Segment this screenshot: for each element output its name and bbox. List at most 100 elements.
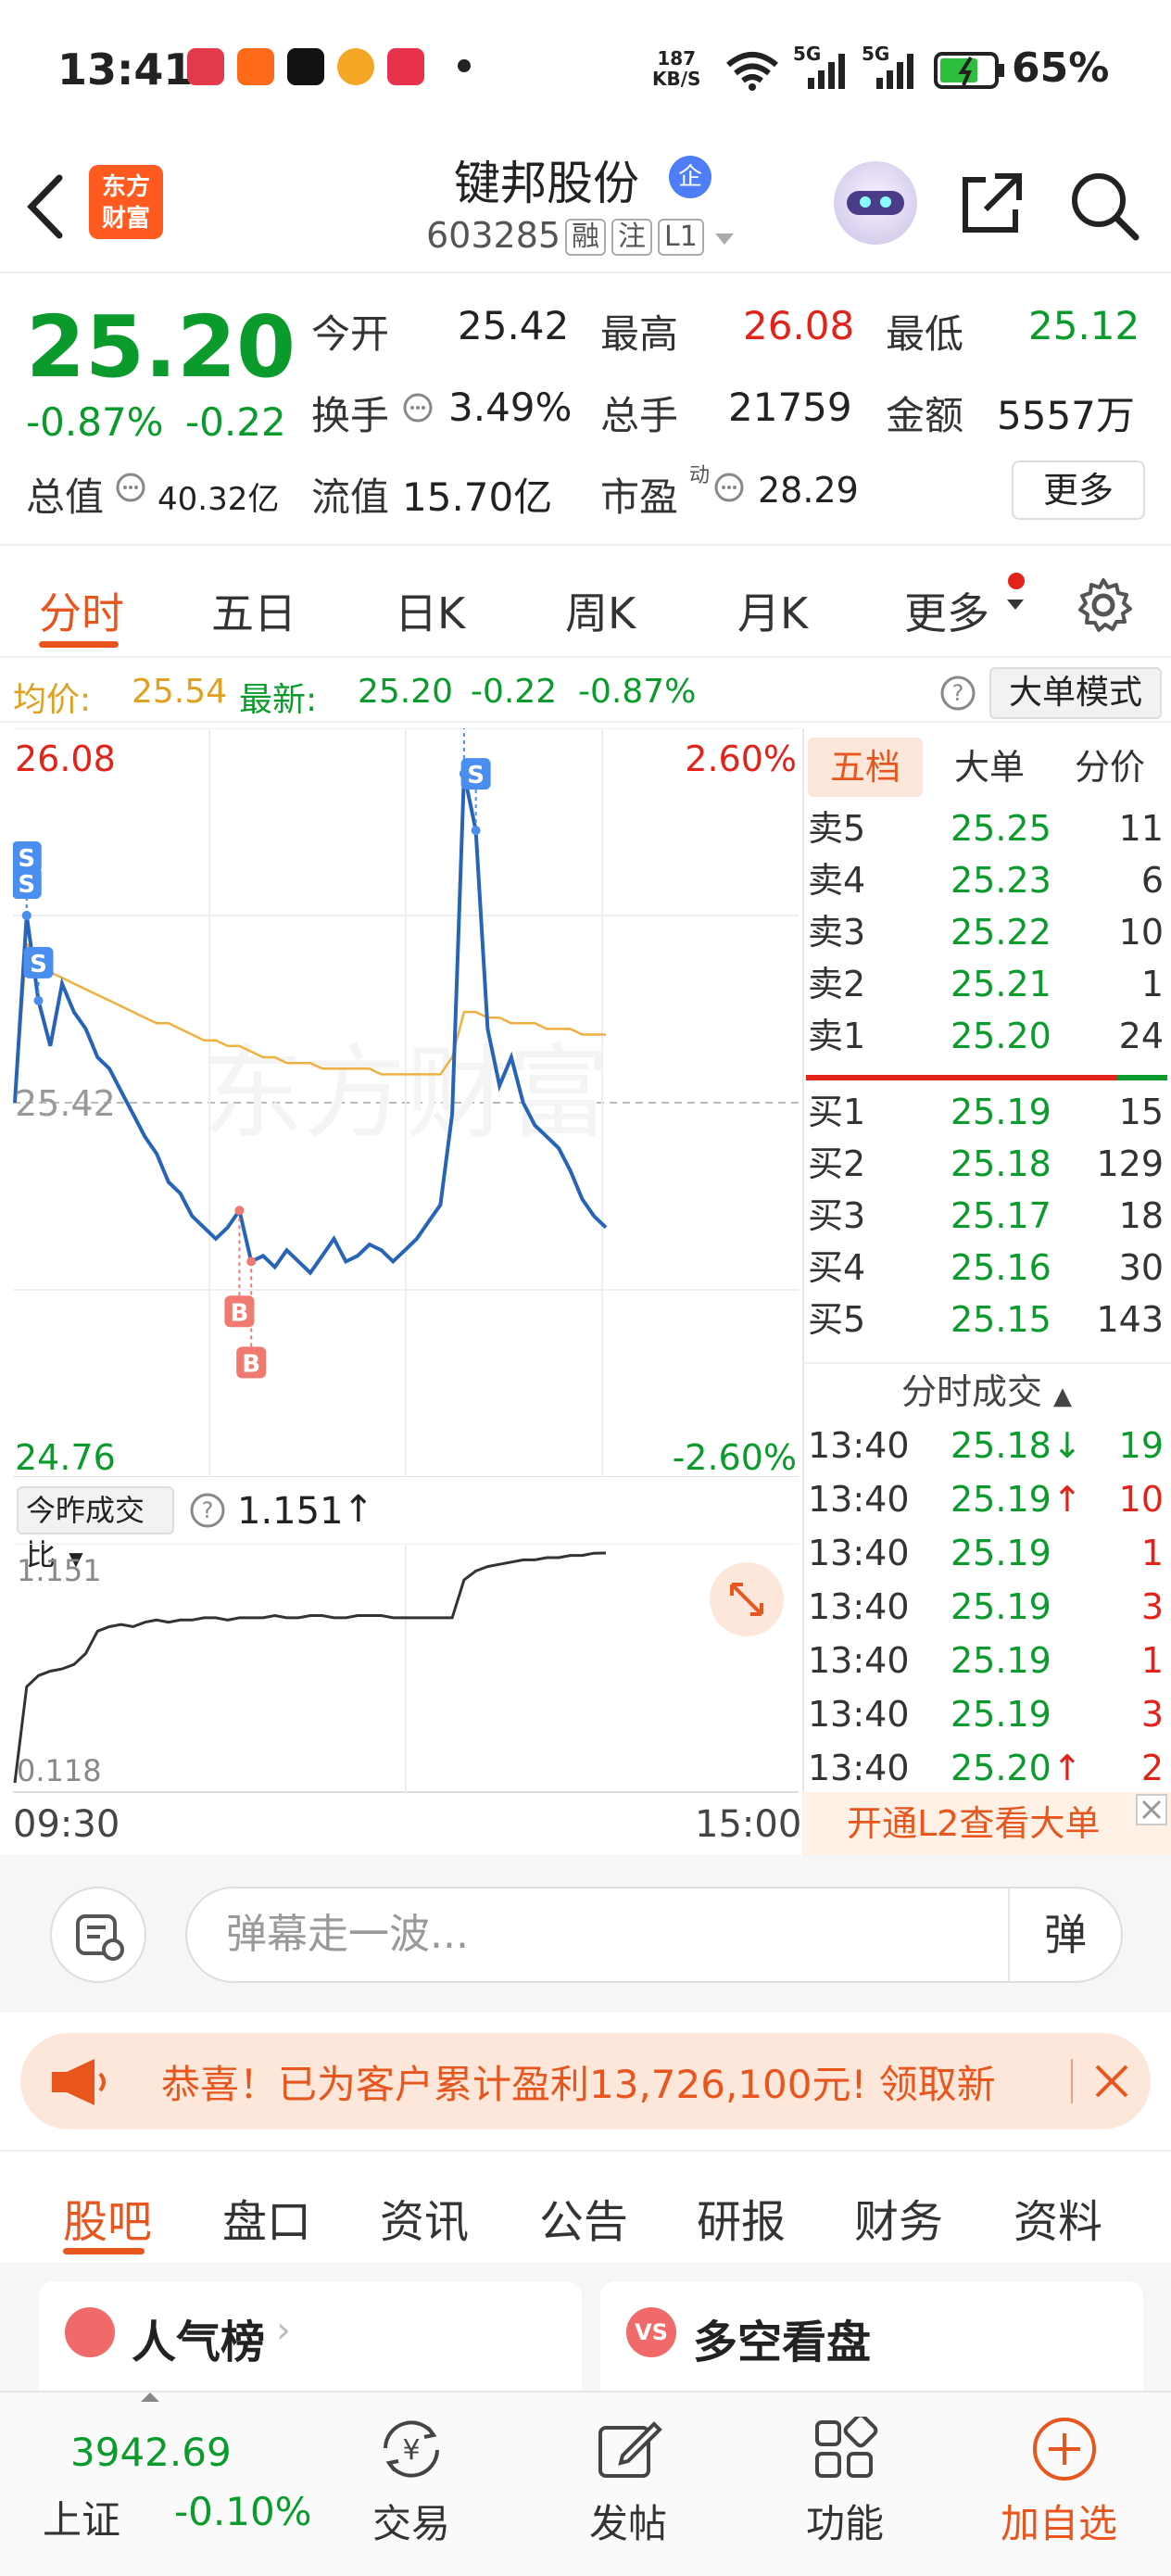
promo-banner[interactable]: 恭喜！已为客户累计盈利13,726,100元! 领取新 — [20, 2033, 1151, 2129]
turnover-label: 换手 — [311, 393, 390, 438]
battery-icon — [934, 52, 1004, 89]
avg-price-bar: 均价: 25.54 最新: 25.20 -0.22 -0.87% ? 大单模式 — [0, 660, 1171, 723]
bid-row[interactable]: 买4 25.16 30 — [802, 1242, 1171, 1294]
bid-row[interactable]: 买2 25.18 129 — [802, 1138, 1171, 1190]
trades-header[interactable]: 分时成交 ▲ — [802, 1362, 1171, 1418]
volume-ratio-selector[interactable]: 今昨成交比 ▼ — [17, 1486, 174, 1572]
stock-code: 603285 — [426, 215, 561, 256]
search-icon[interactable] — [1069, 170, 1140, 241]
level-qty: 18 — [1118, 1195, 1164, 1236]
share-icon[interactable] — [958, 170, 1025, 237]
nav-post[interactable]: 发帖 — [560, 2393, 699, 2576]
tab-weekly-k[interactable]: 周K — [565, 580, 636, 641]
tick-price: 25.18 — [951, 1425, 1051, 1466]
tab-price-distribution[interactable]: 分价 — [1052, 738, 1167, 797]
bull-bear-card[interactable]: VS 多空看盘 — [600, 2281, 1143, 2402]
back-arrow-icon[interactable] — [24, 174, 65, 239]
yuan-cycle-icon: ¥ — [384, 2420, 439, 2478]
trade-row[interactable]: 13:40 25.18 ↓ 19 — [802, 1420, 1171, 1471]
volume-value: 21759 — [728, 385, 852, 430]
add-circle-icon — [1033, 2418, 1096, 2481]
level-label: 买2 — [808, 1143, 866, 1184]
level-label: 卖4 — [808, 860, 866, 901]
active-tab-indicator — [39, 641, 119, 648]
tab-profile[interactable]: 资料 — [1014, 2185, 1102, 2250]
expand-chart-button[interactable] — [710, 1562, 784, 1636]
tab-more[interactable]: 更多 — [904, 580, 989, 641]
close-icon[interactable] — [1136, 1794, 1167, 1825]
tab-research[interactable]: 研报 — [697, 2185, 786, 2250]
popularity-rank-card[interactable]: 人气榜 › — [39, 2281, 582, 2402]
ai-assistant-avatar[interactable] — [834, 161, 917, 245]
ask-row[interactable]: 卖4 25.23 6 — [802, 854, 1171, 906]
index-ticker[interactable]: 3942.69 上证 -0.10% — [0, 2393, 312, 2576]
logo-text: 东方 — [101, 173, 150, 201]
trade-row[interactable]: 13:40 25.19 ↑ 10 — [802, 1473, 1171, 1525]
change-percent: -0.87% — [26, 399, 164, 445]
info-icon[interactable] — [115, 472, 146, 503]
svg-text:?: ? — [952, 680, 964, 706]
danmu-input[interactable]: 弹幕走一波... — [185, 1887, 1123, 1983]
marker-label: B — [242, 1350, 260, 1378]
nav-functions[interactable]: 功能 — [776, 2393, 915, 2576]
bid-row[interactable]: 买1 25.19 15 — [802, 1086, 1171, 1138]
danmu-toggle-button[interactable]: 弹 — [1008, 1888, 1121, 1981]
tab-financials[interactable]: 财务 — [854, 2185, 943, 2250]
level-price: 25.25 — [951, 808, 1051, 849]
tab-monthly-k[interactable]: 月K — [737, 580, 808, 641]
net-speed-value: 187 — [657, 47, 697, 69]
bid-levels: 买1 25.19 15 买2 25.18 129 买3 25.17 18 买4 25.16 30 买5 2… — [802, 1086, 1171, 1355]
ask-row[interactable]: 卖1 25.20 24 — [802, 1010, 1171, 1062]
tab-intraday[interactable]: 分时 — [39, 580, 124, 641]
bid-row[interactable]: 买3 25.17 18 — [802, 1190, 1171, 1242]
y-axis-top-label: 26.08 — [15, 739, 116, 779]
tab-five-levels[interactable]: 五档 — [808, 738, 923, 797]
help-icon[interactable]: ? — [189, 1492, 226, 1529]
l2-upgrade-banner[interactable]: 开通L2查看大单 — [802, 1792, 1171, 1855]
intraday-price-chart[interactable]: 东方财富 SSSSSBB 26.08 25.42 24.76 2.60% -2.… — [13, 728, 799, 1477]
gear-icon[interactable] — [1075, 576, 1132, 634]
trade-row[interactable]: 13:40 25.19 1 — [802, 1527, 1171, 1579]
latest-label: 最新: — [239, 681, 318, 719]
arrow-up-icon: ↑ — [1052, 1479, 1082, 1520]
tick-qty: 3 — [1140, 1694, 1164, 1735]
big-order-mode-button[interactable]: 大单模式 — [989, 667, 1162, 719]
volume-ratio-chart[interactable]: 1.151 0.118 — [13, 1544, 799, 1794]
tab-five-day[interactable]: 五日 — [211, 580, 296, 641]
level-price: 25.17 — [951, 1195, 1051, 1236]
ask-row[interactable]: 卖5 25.25 11 — [802, 802, 1171, 854]
y-axis-top-pct: 2.60% — [685, 739, 797, 779]
sell-marker[interactable]: S — [23, 946, 54, 1005]
trade-row[interactable]: 13:40 25.19 3 — [802, 1688, 1171, 1740]
nav-add-watchlist[interactable]: 加自选 — [982, 2393, 1149, 2576]
chart-watermark: 东方财富 — [202, 1034, 610, 1153]
arrow-up-icon: ↑ — [1052, 1748, 1082, 1788]
level-qty: 143 — [1096, 1299, 1164, 1340]
tab-news[interactable]: 资讯 — [380, 2185, 469, 2250]
tab-forum[interactable]: 股吧 — [63, 2185, 152, 2250]
dropdown-icon[interactable] — [713, 232, 736, 246]
tab-daily-k[interactable]: 日K — [395, 580, 465, 641]
close-icon[interactable] — [1091, 2061, 1132, 2102]
tab-announcements[interactable]: 公告 — [539, 2185, 628, 2250]
tab-big-orders[interactable]: 大单 — [932, 738, 1047, 797]
tab-market-depth[interactable]: 盘口 — [222, 2185, 311, 2250]
level-price: 25.16 — [951, 1247, 1051, 1288]
trade-row[interactable]: 13:40 25.19 3 — [802, 1581, 1171, 1633]
avg-price-value: 25.54 — [132, 673, 228, 711]
quote-more-button[interactable]: 更多 — [1012, 461, 1145, 520]
bid-row[interactable]: 买5 25.15 143 — [802, 1294, 1171, 1345]
level-price: 25.20 — [951, 1016, 1051, 1056]
trade-row[interactable]: 13:40 25.20 ↑ 2 — [802, 1742, 1171, 1794]
help-icon[interactable]: ? — [939, 675, 976, 712]
info-icon[interactable] — [713, 472, 745, 503]
ask-row[interactable]: 卖2 25.21 1 — [802, 958, 1171, 1010]
nav-trade[interactable]: ¥ 交易 — [343, 2393, 482, 2576]
sell-marker[interactable]: S — [13, 867, 42, 920]
chevron-right-icon: › — [276, 2309, 291, 2352]
level-label: 买3 — [808, 1195, 866, 1236]
ask-row[interactable]: 卖3 25.22 10 — [802, 906, 1171, 958]
comment-list-button[interactable] — [50, 1887, 146, 1983]
info-icon[interactable] — [402, 392, 434, 423]
trade-row[interactable]: 13:40 25.19 1 — [802, 1635, 1171, 1686]
